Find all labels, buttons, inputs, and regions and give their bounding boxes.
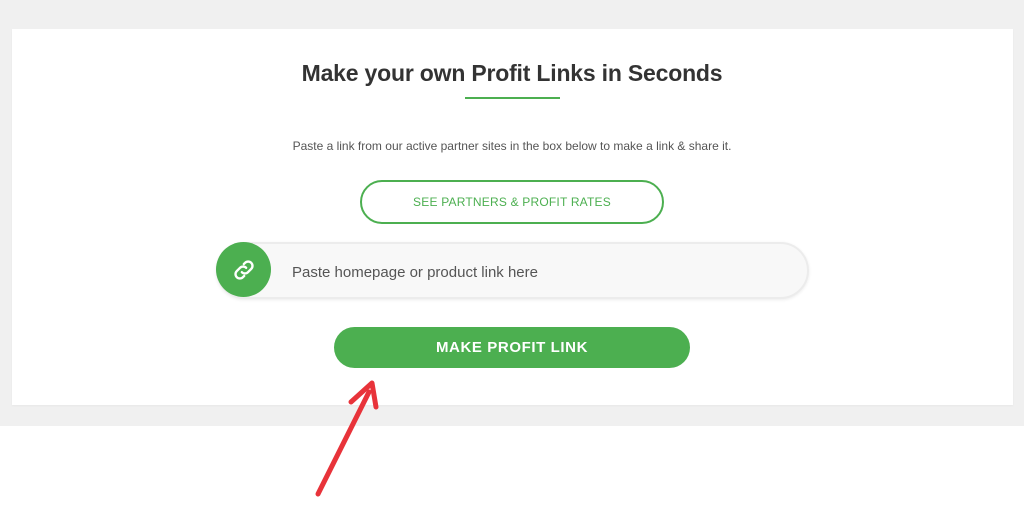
instructions-text: Paste a link from our active partner sit…	[292, 139, 732, 153]
see-partners-button[interactable]: SEE PARTNERS & PROFIT RATES	[360, 180, 664, 224]
title-underline	[465, 97, 560, 99]
annotation-arrow-icon	[315, 380, 379, 497]
page-title: Make your own Profit Links in Seconds	[301, 60, 723, 86]
product-link-input[interactable]	[290, 256, 794, 288]
make-profit-link-button[interactable]: MAKE PROFIT LINK	[334, 327, 690, 368]
link-icon	[216, 242, 271, 297]
